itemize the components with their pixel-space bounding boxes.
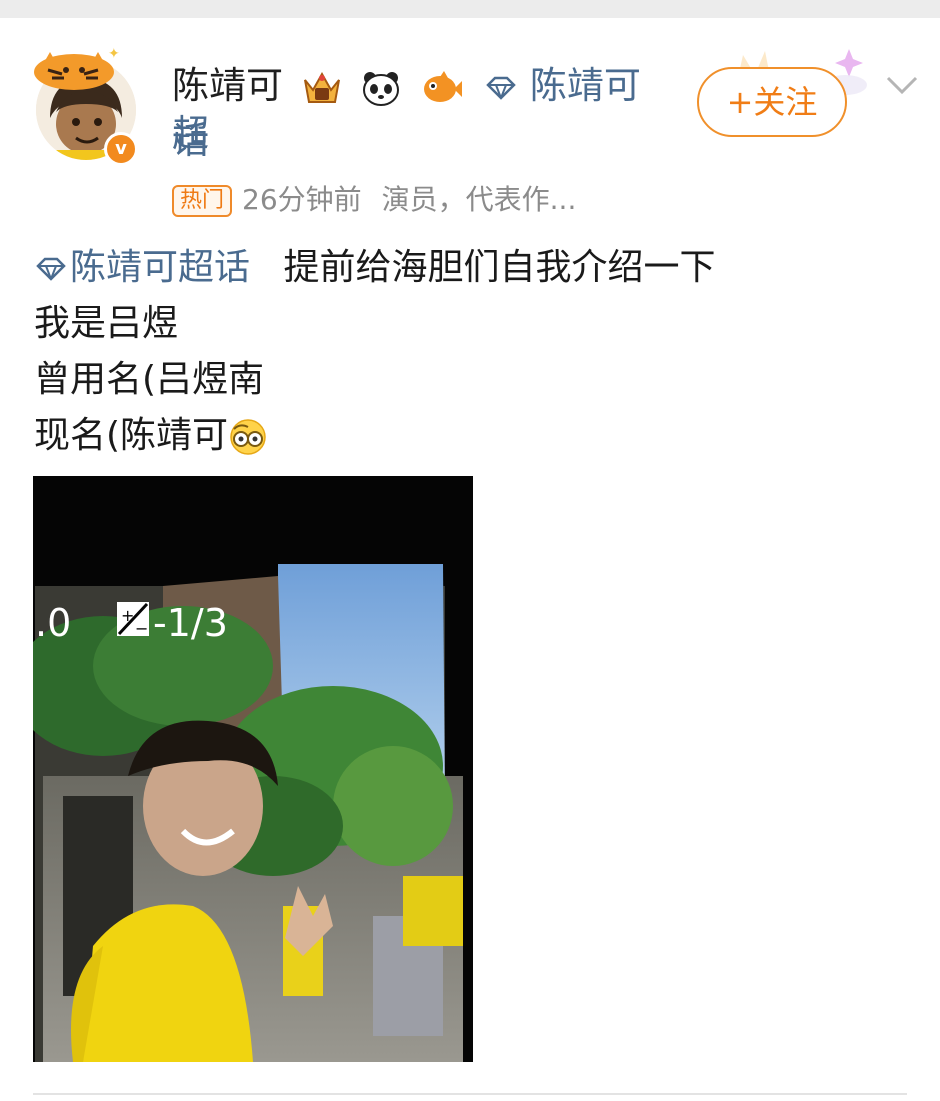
author-description: 演员，代表作... — [381, 183, 577, 216]
viewfinder-exposure-value: -1/3 — [153, 601, 228, 645]
post-line-3: 曾用名(吕煜南 — [34, 359, 265, 400]
hot-tag-badge: 热门 — [172, 185, 233, 217]
svg-text:−: − — [135, 619, 148, 638]
viewfinder-readout-left: .0 — [35, 601, 71, 645]
bottom-divider — [33, 1093, 907, 1095]
crown-badge-icon[interactable] — [301, 68, 343, 108]
follow-button[interactable]: +关注 — [697, 67, 847, 137]
author-name[interactable]: 陈靖可 — [172, 64, 283, 107]
post-time: 26分钟前 — [242, 183, 362, 216]
plus-icon: + — [726, 83, 754, 121]
panda-badge-icon[interactable] — [361, 69, 401, 107]
author-name-line: 陈靖可 陈靖可超 — [172, 62, 672, 158]
diamond-icon — [36, 257, 66, 281]
post-line-4: 现名(陈靖可 — [34, 408, 914, 464]
svg-text:+: + — [121, 606, 134, 625]
post-body: 陈靖可超话 提前给海胆们自我介绍一下 我是吕煜 曾用名(吕煜南 现名(陈靖可 — [34, 240, 914, 464]
topic-link[interactable]: 陈靖可超话 — [70, 247, 250, 288]
post-line-2: 我是吕煜 — [34, 303, 179, 344]
verified-v-icon: v — [104, 132, 138, 166]
post-line-1-text: 提前给海胆们自我介绍一下 — [283, 247, 716, 288]
chevron-down-icon[interactable] — [884, 70, 920, 102]
post-line-4-text: 现名(陈靖可 — [34, 415, 229, 456]
svg-text:✦: ✦ — [108, 46, 120, 62]
post-meta: 热门 26分钟前 演员，代表作... — [172, 181, 576, 219]
top-divider-strip — [0, 0, 940, 18]
fish-badge-icon[interactable] — [418, 69, 463, 107]
tiger-hat-icon: ✦ — [34, 46, 120, 90]
author-avatar[interactable]: ✦ v — [34, 44, 138, 166]
peeking-emoji-icon — [230, 419, 266, 455]
super-topic-link-tail[interactable]: 话 — [172, 117, 209, 165]
post-photo[interactable]: .0 + − -1/3 — [33, 476, 473, 1062]
follow-button-label: 关注 — [753, 83, 818, 121]
post-line-1: 陈靖可超话 提前给海胆们自我介绍一下 — [34, 240, 914, 296]
diamond-icon — [486, 76, 516, 100]
exposure-compensation-icon: + − — [117, 602, 149, 638]
